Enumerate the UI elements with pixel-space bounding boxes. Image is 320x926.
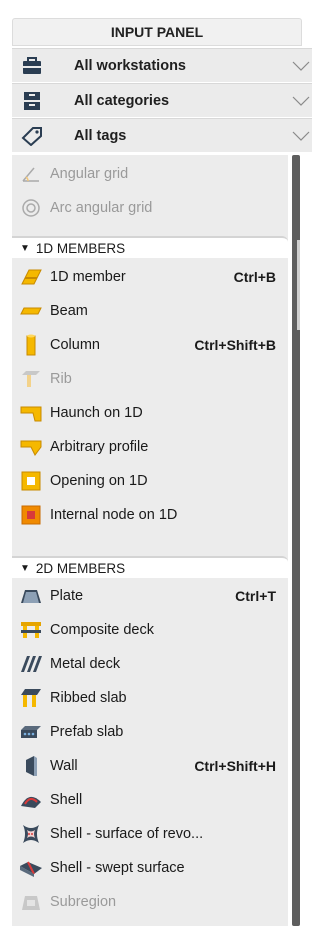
- item-label: Internal node on 1D: [50, 507, 178, 523]
- list-item-angular-grid[interactable]: Angular grid: [12, 157, 288, 191]
- categories-filter[interactable]: All categories: [12, 83, 312, 117]
- list-item-beam[interactable]: Beam: [12, 294, 288, 328]
- item-label: Arc angular grid: [50, 200, 153, 216]
- prefab-slab-icon: [12, 715, 50, 749]
- item-label: Subregion: [50, 894, 117, 910]
- item-label: 1D member: [50, 269, 126, 285]
- item-label: Shell - surface of revo...: [50, 826, 204, 842]
- plate-icon: [12, 579, 50, 613]
- tags-filter[interactable]: All tags: [12, 118, 312, 152]
- item-label: Metal deck: [50, 656, 121, 672]
- list-item-composite-deck[interactable]: Composite deck: [12, 613, 288, 647]
- list-item-metal-deck[interactable]: Metal deck: [12, 647, 288, 681]
- item-label: Column: [50, 337, 100, 353]
- beam-icon: [12, 294, 50, 328]
- item-label: Composite deck: [50, 622, 154, 638]
- scrollbar-highlight: [297, 240, 300, 330]
- item-label: Shell: [50, 792, 83, 808]
- list-item-arc-angular-grid[interactable]: Arc angular grid: [12, 191, 288, 225]
- input-panel: INPUT PANEL All workstations All categor…: [0, 0, 312, 926]
- chevron-down-icon: [292, 131, 310, 141]
- ribbed-slab-icon: [12, 681, 50, 715]
- list-item-haunch[interactable]: Haunch on 1D: [12, 396, 288, 430]
- item-label: Wall: [50, 758, 78, 774]
- categories-filter-label: All categories: [74, 92, 170, 109]
- list-item-column[interactable]: Column Ctrl+Shift+B: [12, 328, 288, 362]
- shell-swept-icon: [12, 851, 50, 885]
- item-label: Shell - swept surface: [50, 860, 185, 876]
- list-item-wall[interactable]: Wall Ctrl+Shift+H: [12, 749, 288, 783]
- list-item-shell-swept[interactable]: Shell - swept surface: [12, 851, 288, 885]
- list-item-prefab-slab[interactable]: Prefab slab: [12, 715, 288, 749]
- item-shortcut: Ctrl+T: [235, 588, 276, 604]
- angular-grid-icon: [12, 157, 50, 191]
- metal-deck-icon: [12, 647, 50, 681]
- arc-angular-grid-icon: [12, 191, 50, 225]
- list-item-rib[interactable]: Rib: [12, 362, 288, 396]
- shell-icon: [12, 783, 50, 817]
- item-label: Prefab slab: [50, 724, 124, 740]
- group-header-2d-members[interactable]: ▼ 2D MEMBERS: [12, 556, 288, 578]
- item-label: Haunch on 1D: [50, 405, 143, 421]
- item-shortcut: Ctrl+Shift+H: [194, 758, 276, 774]
- list-item-plate[interactable]: Plate Ctrl+T: [12, 579, 288, 613]
- tags-filter-label: All tags: [74, 127, 127, 144]
- rib-icon: [12, 362, 50, 396]
- item-shortcut: Ctrl+Shift+B: [194, 337, 276, 353]
- opening-1d-icon: [12, 464, 50, 498]
- group-header-1d-members[interactable]: ▼ 1D MEMBERS: [12, 236, 288, 258]
- list-item-ribbed-slab[interactable]: Ribbed slab: [12, 681, 288, 715]
- list-item-arbitrary-profile[interactable]: Arbitrary profile: [12, 430, 288, 464]
- item-label: Rib: [50, 371, 72, 387]
- internal-node-icon: [12, 498, 50, 532]
- haunch-icon: [12, 396, 50, 430]
- list-item-shell-revolution[interactable]: Shell - surface of revo...: [12, 817, 288, 851]
- tag-icon: [12, 119, 52, 153]
- item-label: Opening on 1D: [50, 473, 148, 489]
- group-title: 1D MEMBERS: [35, 240, 126, 256]
- workstations-filter-label: All workstations: [74, 57, 186, 74]
- item-label: Plate: [50, 588, 84, 604]
- briefcase-icon: [12, 49, 52, 83]
- list-item-internal-node-1d[interactable]: Internal node on 1D: [12, 498, 288, 532]
- wall-icon: [12, 749, 50, 783]
- panel-title: INPUT PANEL: [12, 18, 302, 46]
- arbitrary-profile-icon: [12, 430, 50, 464]
- composite-deck-icon: [12, 613, 50, 647]
- chevron-down-icon: [292, 96, 310, 106]
- workstations-filter[interactable]: All workstations: [12, 48, 312, 82]
- shell-revolution-icon: [12, 817, 50, 851]
- group-title: 2D MEMBERS: [35, 560, 126, 576]
- list-item-opening-1d[interactable]: Opening on 1D: [12, 464, 288, 498]
- list-item-1d-member[interactable]: 1D member Ctrl+B: [12, 260, 288, 294]
- item-label: Beam: [50, 303, 88, 319]
- list-item-subregion[interactable]: Subregion: [12, 885, 288, 919]
- item-label: Ribbed slab: [50, 690, 127, 706]
- categories-icon: [12, 84, 52, 118]
- list-item-shell[interactable]: Shell: [12, 783, 288, 817]
- 1d-member-icon: [12, 260, 50, 294]
- chevron-down-icon: [292, 61, 310, 71]
- item-shortcut: Ctrl+B: [233, 269, 276, 285]
- subregion-icon: [12, 885, 50, 919]
- collapse-triangle-icon: ▼: [20, 242, 30, 254]
- item-label: Angular grid: [50, 166, 129, 182]
- collapse-triangle-icon: ▼: [20, 562, 30, 574]
- item-label: Arbitrary profile: [50, 439, 149, 455]
- column-icon: [12, 328, 50, 362]
